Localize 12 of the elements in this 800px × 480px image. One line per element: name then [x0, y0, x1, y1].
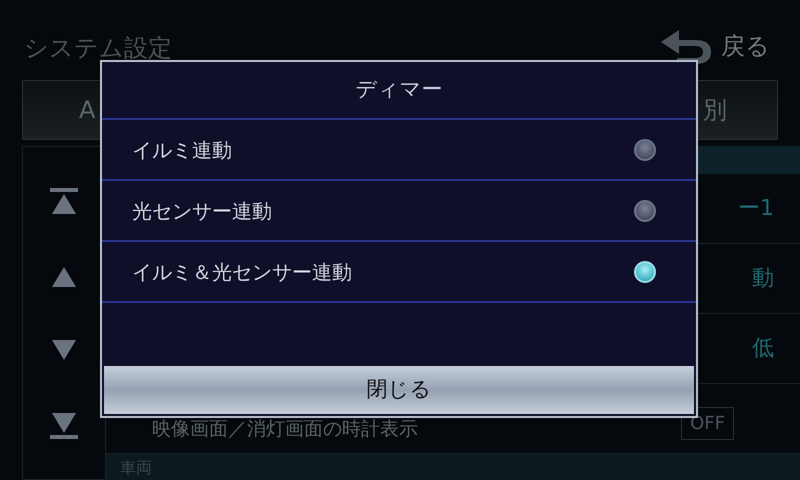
setting-label: 映像画面／消灯画面の時計表示 — [152, 417, 418, 442]
radio-option[interactable]: 光センサー連動 — [102, 182, 696, 242]
radio-option[interactable]: イルミ連動 — [102, 121, 696, 181]
setting-value: 低 — [752, 335, 774, 363]
screen-title: システム設定 — [24, 33, 172, 64]
close-button[interactable]: 閉じる — [104, 366, 694, 414]
setting-value: 動 — [752, 265, 774, 293]
radio-option[interactable]: イルミ＆光センサー連動 — [102, 243, 696, 303]
radio-button[interactable] — [634, 200, 656, 222]
radio-button[interactable] — [634, 139, 656, 161]
setting-value: ー1 — [738, 195, 774, 223]
dialog-title: ディマー — [102, 62, 696, 120]
